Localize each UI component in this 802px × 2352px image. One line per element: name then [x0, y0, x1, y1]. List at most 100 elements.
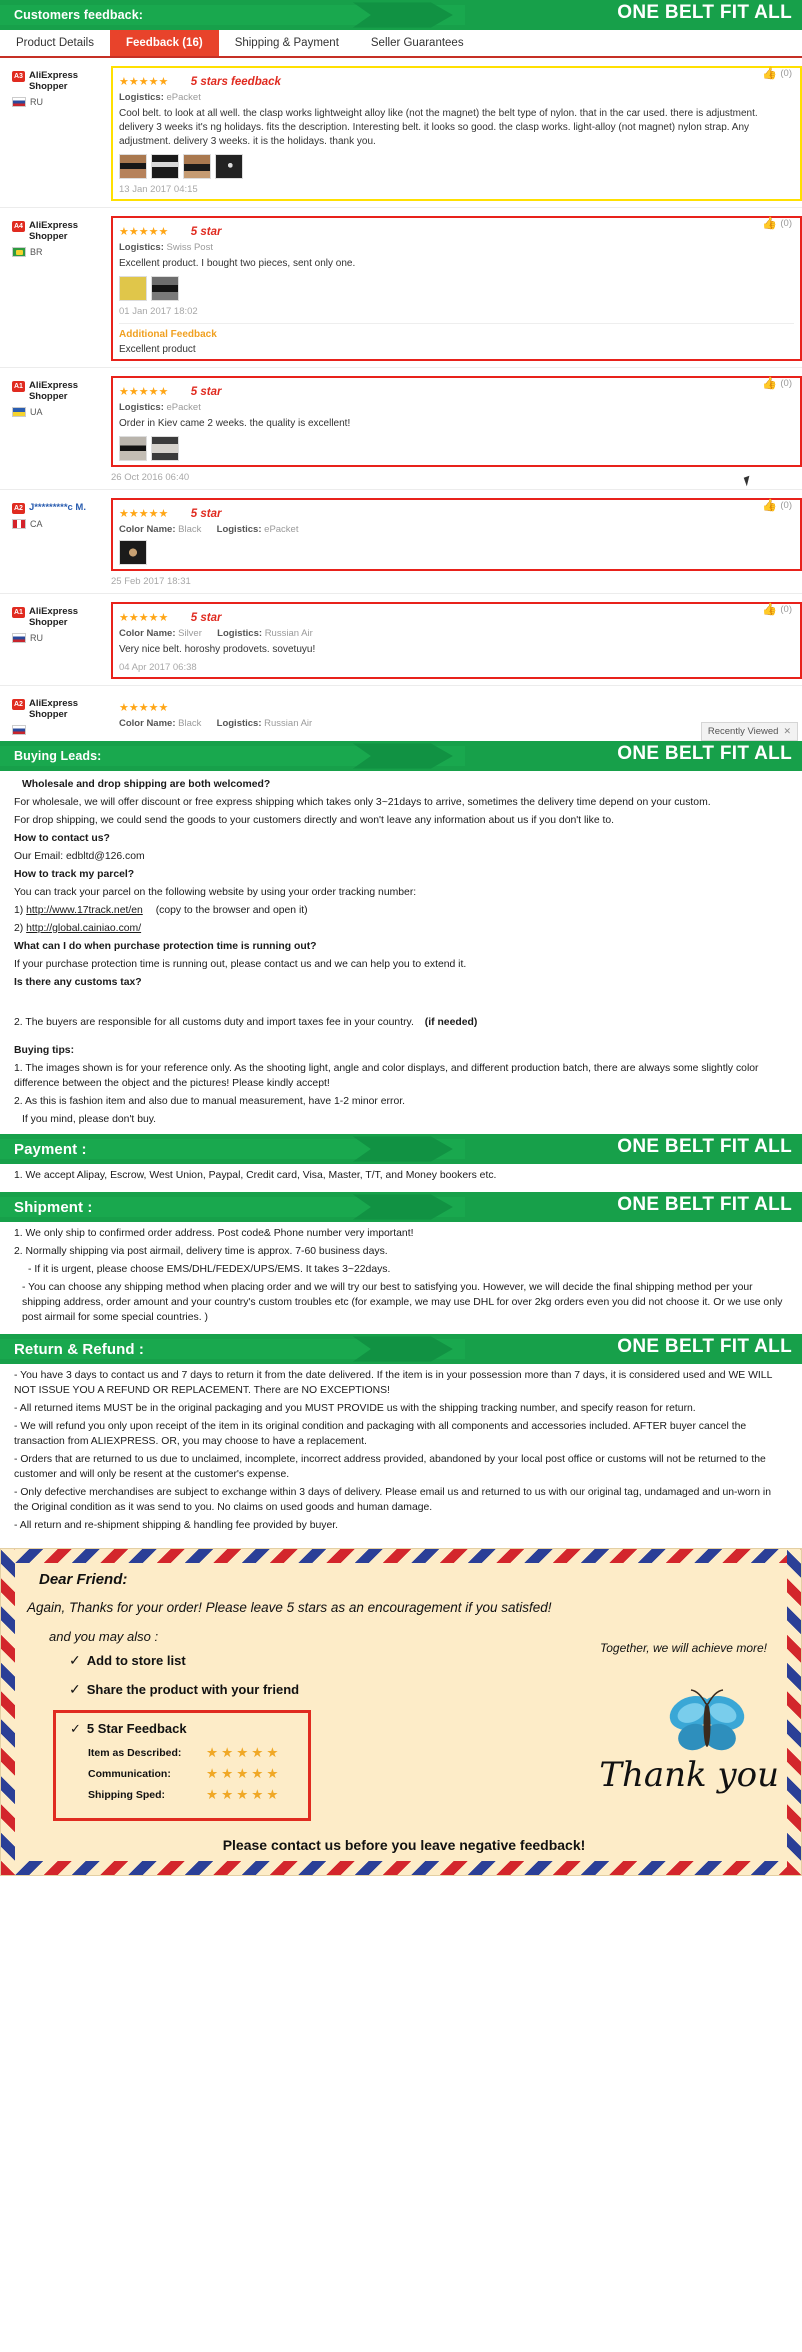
thank-you-card-wrapper: Dear Friend: Again, Thanks for your orde…: [0, 1548, 802, 1876]
feedback-row: A1 AliExpress Shopper UA ★★★★★ 5 star Lo…: [0, 368, 802, 490]
level-badge: A1: [12, 607, 25, 618]
track-link-17track[interactable]: http://www.17track.net/en: [26, 905, 143, 916]
track-link-cainiao[interactable]: http://global.cainiao.com/: [26, 923, 141, 934]
check-label-1: Add to store list: [86, 1653, 186, 1668]
review-photo[interactable]: [151, 276, 179, 301]
thank-you-script: Thank you: [599, 1755, 779, 1795]
feedback-row: A1 AliExpress Shopper RU ★★★★★ 5 star Co…: [0, 594, 802, 686]
close-icon[interactable]: ✕: [783, 726, 791, 737]
buying-tip-2: 2. As this is fashion item and also due …: [14, 1096, 406, 1107]
level-badge: A2: [12, 503, 25, 514]
buying-tips-title: Buying tips:: [14, 1045, 75, 1056]
shipment-content: 1. We only ship to confirmed order addre…: [0, 1222, 802, 1334]
feedback-text: Order in Kiev came 2 weeks. the quality …: [119, 418, 351, 429]
helpful-control[interactable]: 👍 (0): [762, 376, 792, 390]
butterfly-icon: [661, 1689, 753, 1764]
rating-note: 5 star: [190, 508, 222, 520]
helpful-count: (0): [780, 217, 792, 229]
thumbs-up-icon[interactable]: 👍: [762, 498, 777, 512]
product-feedback-page: Customers feedback: ONE BELT FIT ALL Pro…: [0, 0, 802, 1876]
username: AliExpress Shopper: [28, 698, 79, 720]
return-line-3: - We will refund you only upon receipt o…: [14, 1421, 747, 1447]
tab-seller-guarantees[interactable]: Seller Guarantees: [355, 30, 480, 56]
review-photo[interactable]: [119, 154, 147, 179]
leads-q5: Is there any customs tax?: [14, 977, 142, 988]
check-icon: ✓: [69, 1681, 81, 1697]
helpful-control[interactable]: 👍 (0): [762, 602, 792, 616]
review-photo[interactable]: [215, 154, 243, 179]
payment-line-1: 1. We accept Alipay, Escrow, West Union,…: [14, 1170, 497, 1181]
feedback-date: 25 Feb 2017 18:31: [111, 576, 191, 587]
feedback-text: Excellent product. I bought two pieces, …: [119, 258, 356, 269]
airmail-border-left: [1, 1549, 15, 1875]
feedback-text: Cool belt. to look at all well. the clas…: [119, 108, 758, 147]
review-photo[interactable]: [151, 436, 179, 461]
feedback-user: A1 AliExpress Shopper RU: [0, 602, 105, 679]
leads-a5: 2. The buyers are responsible for all cu…: [14, 1017, 414, 1028]
logistics-label: Logistics:: [216, 718, 262, 729]
color-value: Black: [178, 524, 202, 535]
feedback-user: A4 AliExpress Shopper BR: [0, 216, 105, 361]
leads-a3: You can track your parcel on the followi…: [14, 887, 417, 898]
tab-shipping-payment[interactable]: Shipping & Payment: [219, 30, 355, 56]
review-photo[interactable]: [119, 436, 147, 461]
leads-link1-row: 1) http://www.17track.net/en (copy to th…: [14, 903, 788, 918]
feedback-content: ★★★★★ Color Name: Black Logistics: Russi…: [111, 694, 802, 733]
leads-a5-row: 2. The buyers are responsible for all cu…: [14, 1015, 788, 1030]
helpful-count: (0): [780, 603, 792, 615]
leads-q2: How to contact us?: [14, 833, 110, 844]
additional-feedback-title: Additional Feedback: [119, 329, 217, 340]
thumbs-up-icon[interactable]: 👍: [762, 216, 777, 230]
color-value: Silver: [178, 628, 202, 639]
logistics-label: Logistics:: [119, 242, 164, 253]
helpful-count: (0): [780, 499, 792, 511]
rating-note: 5 star: [190, 386, 222, 398]
logistics-label: Logistics:: [119, 92, 164, 103]
logistics-value: ePacket: [264, 524, 299, 535]
tab-product-details[interactable]: Product Details: [0, 30, 110, 56]
payment-banner: Payment : ONE BELT FIT ALL: [0, 1134, 802, 1164]
rating-stars: ★★★★★: [119, 386, 169, 398]
greeting: Dear Friend:: [39, 1571, 128, 1588]
rating-note: 5 star: [190, 612, 222, 624]
feedback-highlight-box: ★★★★★ 5 star Logistics: Swiss Post Excel…: [111, 216, 802, 361]
rating-row-item-as-described: Item as Described: ★★★★★: [70, 1745, 294, 1761]
feedback-body: ★★★★★ 5 star Logistics: Swiss Post Excel…: [105, 216, 802, 361]
leads-link2-prefix: 2): [14, 923, 24, 934]
review-photo[interactable]: [119, 540, 147, 565]
thumbs-up-icon[interactable]: 👍: [762, 376, 777, 390]
tab-feedback[interactable]: Feedback (16): [109, 30, 219, 56]
rating-stars: ★★★★★: [119, 76, 169, 88]
country-code: UA: [30, 407, 43, 417]
thumbs-up-icon[interactable]: 👍: [762, 66, 777, 80]
country-code: RU: [30, 97, 43, 107]
feedback-user: A2 AliExpress Shopper: [0, 694, 105, 735]
logistics-value: Swiss Post: [166, 242, 213, 253]
thumbs-up-icon[interactable]: 👍: [762, 602, 777, 616]
review-photo[interactable]: [151, 154, 179, 179]
country-flag-icon: [12, 407, 26, 417]
leads-q4: What can I do when purchase protection t…: [14, 941, 317, 952]
feedback-user: A1 AliExpress Shopper UA: [0, 376, 105, 483]
leads-link1-prefix: 1): [14, 905, 24, 916]
banner-title: Customers feedback:: [14, 8, 144, 22]
review-photo[interactable]: [119, 276, 147, 301]
return-line-2: - All returned items MUST be in the orig…: [14, 1403, 696, 1414]
check-icon: ✓: [69, 1652, 81, 1668]
helpful-control[interactable]: 👍 (0): [762, 66, 792, 80]
recently-viewed-widget[interactable]: Recently Viewed ✕: [700, 722, 798, 741]
helpful-control[interactable]: 👍 (0): [762, 216, 792, 230]
country-flag-icon: [12, 519, 26, 529]
banner-slogan: ONE BELT FIT ALL: [617, 1336, 792, 1357]
review-photo[interactable]: [183, 154, 211, 179]
shipment-line-2: 2. Normally shipping via post airmail, d…: [14, 1246, 388, 1257]
color-value: Black: [178, 718, 202, 729]
helpful-count: (0): [780, 377, 792, 389]
logistics-label: Logistics:: [217, 628, 263, 639]
helpful-control[interactable]: 👍 (0): [762, 498, 792, 512]
five-star-feedback-box: ✓ 5 Star Feedback Item as Described: ★★★★…: [53, 1710, 311, 1821]
negative-feedback-note: Please contact us before you leave negat…: [222, 1837, 586, 1853]
product-tabs: Product Details Feedback (16) Shipping &…: [0, 30, 802, 58]
feedback-body: ★★★★★ 5 stars feedback Logistics: ePacke…: [105, 66, 802, 201]
rating-stars: ★★★★★: [119, 508, 169, 520]
